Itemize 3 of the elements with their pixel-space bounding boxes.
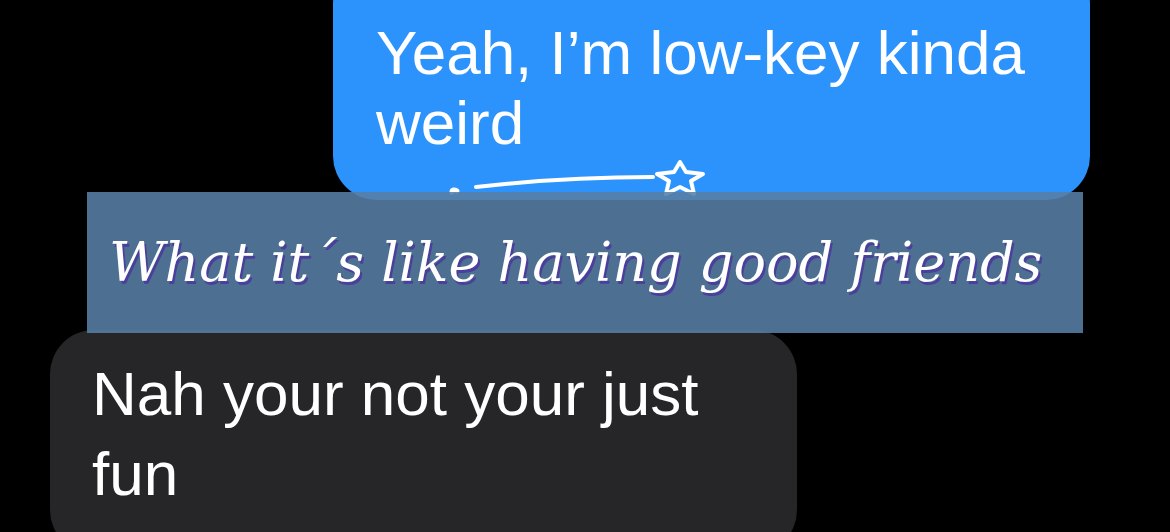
message-text: Yeah, I’m low-key kinda weird xyxy=(376,18,1026,157)
message-text: Nah your not your just fun xyxy=(92,359,699,508)
caption-text: What it´s like having good friends xyxy=(109,231,1043,294)
